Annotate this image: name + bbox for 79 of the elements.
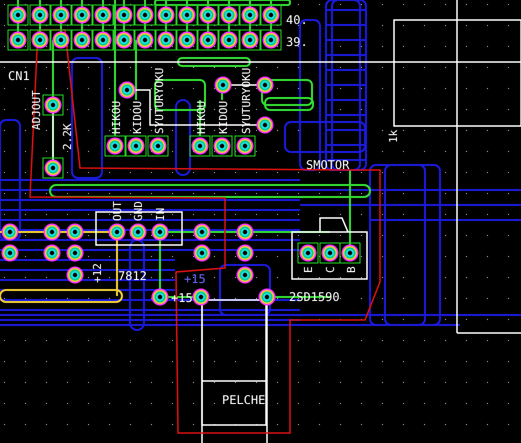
solder-pad — [8, 4, 28, 26]
silkscreen-label: C — [324, 266, 337, 273]
solder-pad — [258, 288, 276, 306]
solder-pad — [44, 224, 60, 240]
solder-pad — [118, 82, 136, 98]
silkscreen-label: HIKOU — [110, 100, 123, 134]
silkscreen-label: ADJOUT — [30, 90, 43, 130]
solder-pad — [194, 224, 210, 240]
solder-pad — [218, 30, 240, 50]
silkscreen-label: E — [302, 266, 315, 273]
solder-pad — [218, 4, 240, 26]
silkscreen-label: GND — [132, 201, 145, 221]
silkscreen-label: HIKOU — [195, 100, 208, 134]
solder-pad — [50, 30, 72, 50]
silkscreen-label: 2.2K — [61, 124, 74, 150]
solder-pad — [42, 158, 64, 178]
silkscreen-label: +12 — [91, 263, 104, 283]
solder-pad — [236, 244, 254, 262]
solder-pad — [256, 76, 274, 94]
silkscreen-label: PELCHE — [222, 393, 266, 407]
solder-pad — [260, 30, 282, 50]
solder-pad — [340, 242, 360, 264]
solder-pad — [92, 30, 114, 50]
solder-pad — [176, 30, 198, 50]
solder-pad — [44, 244, 60, 262]
solder-pad — [134, 4, 156, 26]
solder-pad — [72, 4, 92, 26]
solder-pad — [2, 244, 18, 262]
solder-pad — [260, 4, 282, 26]
solder-pad — [156, 4, 176, 26]
solder-pad — [50, 4, 72, 26]
solder-pad — [236, 266, 254, 284]
solder-pad — [30, 30, 50, 50]
silkscreen-label: SYUTURYOKU — [240, 68, 253, 134]
solder-pad — [148, 136, 168, 156]
silkscreen-label: +15 — [171, 291, 193, 305]
solder-pad — [92, 4, 114, 26]
silkscreen-label: OUT — [111, 201, 124, 221]
silkscreen-label: B — [345, 266, 358, 273]
solder-pad — [130, 224, 146, 240]
solder-pad — [72, 30, 92, 50]
solder-pad — [42, 94, 64, 116]
solder-pad — [212, 136, 232, 156]
solder-pad — [320, 242, 340, 264]
silkscreen-label: SYUTURYOKU — [153, 68, 166, 134]
solder-pad — [256, 116, 274, 134]
solder-pad — [152, 288, 168, 306]
solder-pad — [30, 4, 50, 26]
solder-pad — [126, 136, 146, 156]
solder-pad — [8, 30, 28, 50]
solder-pad — [104, 136, 126, 156]
silkscreen-label: KIDOU — [131, 100, 144, 134]
solder-pad — [190, 136, 210, 156]
solder-pad — [66, 244, 84, 262]
solder-pad — [66, 224, 84, 240]
solder-pad — [156, 30, 176, 50]
solder-pad — [134, 30, 156, 50]
silkscreen-label: 40. — [286, 13, 308, 27]
solder-pad — [198, 4, 218, 26]
solder-pad — [176, 4, 198, 26]
silkscreen-label: 1k — [387, 130, 400, 143]
solder-pad — [114, 30, 134, 50]
solder-pad — [236, 224, 254, 240]
solder-pad — [234, 136, 256, 156]
solder-pad — [240, 30, 260, 50]
solder-pad — [192, 288, 210, 306]
copper-label: +15 — [184, 272, 206, 286]
solder-pad — [240, 4, 260, 26]
solder-pad — [2, 224, 18, 240]
solder-pad — [108, 224, 126, 240]
solder-pad — [114, 4, 134, 26]
solder-pad — [198, 30, 218, 50]
solder-pad — [152, 224, 168, 240]
solder-pad — [214, 76, 232, 94]
solder-pad — [298, 242, 318, 264]
silkscreen-label: CN1 — [8, 69, 30, 83]
silkscreen-label: KIDOU — [217, 100, 230, 134]
solder-pad — [66, 266, 84, 284]
solder-pad — [194, 244, 210, 262]
